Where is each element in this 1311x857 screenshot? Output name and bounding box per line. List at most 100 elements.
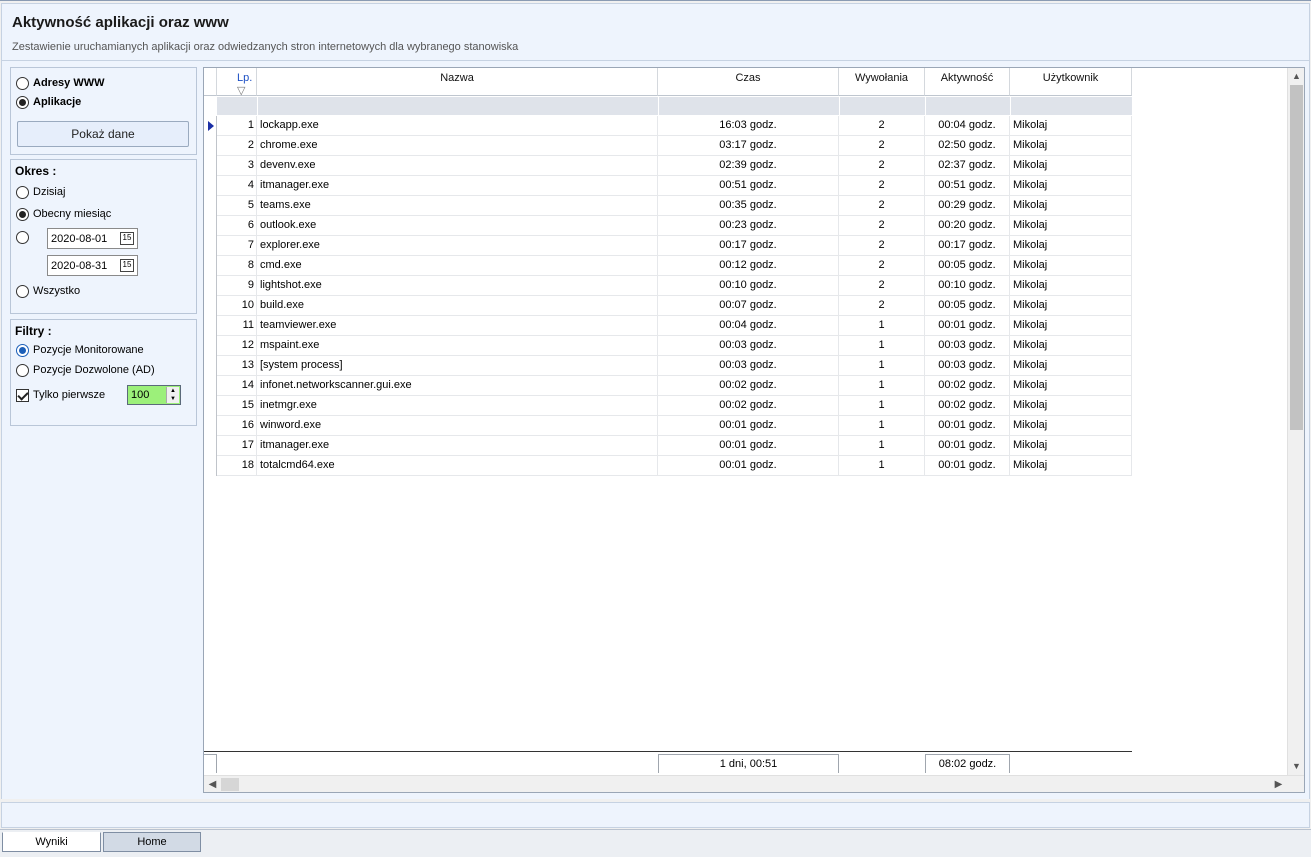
table-row[interactable]: 2 chrome.exe 03:17 godz. 2 02:50 godz. Mikola…	[204, 136, 1132, 156]
radio-all[interactable]: Wszystko	[16, 283, 80, 299]
row-header[interactable]	[204, 256, 217, 276]
cell-lp[interactable]: 14	[217, 376, 257, 396]
cell-aktywnosc[interactable]: 00:01 godz.	[925, 456, 1010, 476]
cell-aktywnosc[interactable]: 00:05 godz.	[925, 256, 1010, 276]
cell-nazwa[interactable]: lockapp.exe	[257, 116, 658, 136]
cell-aktywnosc[interactable]: 00:10 godz.	[925, 276, 1010, 296]
cell-aktywnosc[interactable]: 00:02 godz.	[925, 396, 1010, 416]
cell-lp[interactable]: 4	[217, 176, 257, 196]
row-header[interactable]	[204, 196, 217, 216]
tab-home[interactable]: Home	[103, 832, 201, 852]
cell-uzytkownik[interactable]: Mikolaj	[1010, 456, 1132, 476]
cell-wywolania[interactable]: 1	[839, 416, 925, 436]
table-row[interactable]: 9 lightshot.exe 00:10 godz. 2 00:10 godz. Mik…	[204, 276, 1132, 296]
cell-czas[interactable]: 00:51 godz.	[658, 176, 839, 196]
cell-lp[interactable]: 7	[217, 236, 257, 256]
cell-nazwa[interactable]: outlook.exe	[257, 216, 658, 236]
tab-wyniki[interactable]: Wyniki	[2, 832, 101, 852]
cell-wywolania[interactable]: 1	[839, 336, 925, 356]
cell-wywolania[interactable]: 1	[839, 316, 925, 336]
cell-lp[interactable]: 2	[217, 136, 257, 156]
cell-wywolania[interactable]: 2	[839, 196, 925, 216]
cell-lp[interactable]: 5	[217, 196, 257, 216]
cell-wywolania[interactable]: 2	[839, 276, 925, 296]
row-header[interactable]	[204, 216, 217, 236]
cell-lp[interactable]: 18	[217, 456, 257, 476]
cell-uzytkownik[interactable]: Mikolaj	[1010, 296, 1132, 316]
radio-www[interactable]: Adresy WWW	[16, 75, 105, 91]
cell-nazwa[interactable]: itmanager.exe	[257, 176, 658, 196]
radio-today[interactable]: Dzisiaj	[16, 184, 65, 200]
cell-nazwa[interactable]: cmd.exe	[257, 256, 658, 276]
scroll-left-icon[interactable]: ◀	[204, 776, 221, 793]
radio-current-month[interactable]: Obecny miesiąc	[16, 206, 111, 222]
only-first-checkbox-box[interactable]	[16, 388, 29, 402]
table-row[interactable]: 10 build.exe 00:07 godz. 2 00:05 godz. Mikola…	[204, 296, 1132, 316]
row-header[interactable]	[204, 356, 217, 376]
cell-uzytkownik[interactable]: Mikolaj	[1010, 116, 1132, 136]
row-header[interactable]	[204, 136, 217, 156]
row-header[interactable]	[204, 416, 217, 436]
cell-aktywnosc[interactable]: 00:04 godz.	[925, 116, 1010, 136]
radio-allowed-button[interactable]	[16, 363, 29, 377]
cell-lp[interactable]: 9	[217, 276, 257, 296]
cell-nazwa[interactable]: itmanager.exe	[257, 436, 658, 456]
cell-czas[interactable]: 00:01 godz.	[658, 456, 839, 476]
cell-czas[interactable]: 02:39 godz.	[658, 156, 839, 176]
cell-wywolania[interactable]: 1	[839, 376, 925, 396]
row-header[interactable]	[204, 156, 217, 176]
row-header[interactable]	[204, 176, 217, 196]
cell-czas[interactable]: 00:03 godz.	[658, 356, 839, 376]
table-row[interactable]: 5 teams.exe 00:35 godz. 2 00:29 godz. Mikolaj	[204, 196, 1132, 216]
cell-lp[interactable]: 10	[217, 296, 257, 316]
date-from-field[interactable]: 2020-08-01 15	[47, 228, 138, 249]
cell-wywolania[interactable]: 2	[839, 156, 925, 176]
cell-uzytkownik[interactable]: Mikolaj	[1010, 276, 1132, 296]
cell-uzytkownik[interactable]: Mikolaj	[1010, 216, 1132, 236]
show-data-button[interactable]: Pokaż dane	[17, 121, 189, 147]
cell-uzytkownik[interactable]: Mikolaj	[1010, 396, 1132, 416]
cell-wywolania[interactable]: 2	[839, 256, 925, 276]
cell-wywolania[interactable]: 1	[839, 396, 925, 416]
cell-aktywnosc[interactable]: 00:03 godz.	[925, 356, 1010, 376]
table-row[interactable]: 11 teamviewer.exe 00:04 godz. 1 00:01 godz. M…	[204, 316, 1132, 336]
cell-aktywnosc[interactable]: 00:05 godz.	[925, 296, 1010, 316]
horizontal-scroll-thumb[interactable]	[221, 778, 239, 791]
cell-nazwa[interactable]: explorer.exe	[257, 236, 658, 256]
cell-czas[interactable]: 00:10 godz.	[658, 276, 839, 296]
cell-uzytkownik[interactable]: Mikolaj	[1010, 156, 1132, 176]
radio-all-button[interactable]	[16, 284, 29, 298]
radio-monitored-button[interactable]	[16, 343, 29, 357]
column-header-lp[interactable]: Lp. ▽	[217, 68, 257, 97]
cell-nazwa[interactable]: totalcmd64.exe	[257, 456, 658, 476]
cell-czas[interactable]: 00:07 godz.	[658, 296, 839, 316]
cell-lp[interactable]: 6	[217, 216, 257, 236]
table-row[interactable]: 6 outlook.exe 00:23 godz. 2 00:20 godz. Mikol…	[204, 216, 1132, 236]
cell-wywolania[interactable]: 1	[839, 456, 925, 476]
cell-lp[interactable]: 12	[217, 336, 257, 356]
row-header[interactable]	[204, 276, 217, 296]
table-row[interactable]: 4 itmanager.exe 00:51 godz. 2 00:51 godz. Mik…	[204, 176, 1132, 196]
row-header[interactable]	[204, 456, 217, 476]
cell-lp[interactable]: 3	[217, 156, 257, 176]
cell-nazwa[interactable]: teamviewer.exe	[257, 316, 658, 336]
cell-lp[interactable]: 16	[217, 416, 257, 436]
cell-wywolania[interactable]: 2	[839, 176, 925, 196]
cell-nazwa[interactable]: mspaint.exe	[257, 336, 658, 356]
cell-wywolania[interactable]: 2	[839, 236, 925, 256]
column-header-czas[interactable]: Czas	[658, 68, 839, 96]
radio-date-range-button[interactable]	[16, 230, 29, 244]
column-header-aktywnosc[interactable]: Aktywność	[925, 68, 1010, 96]
radio-allowed[interactable]: Pozycje Dozwolone (AD)	[16, 362, 155, 378]
column-header-uzytkownik[interactable]: Użytkownik	[1010, 68, 1132, 96]
calendar-icon[interactable]: 15	[120, 259, 134, 272]
cell-uzytkownik[interactable]: Mikolaj	[1010, 376, 1132, 396]
column-header-nazwa[interactable]: Nazwa	[257, 68, 658, 96]
only-first-checkbox[interactable]: Tylko pierwsze	[16, 387, 105, 403]
cell-czas[interactable]: 00:01 godz.	[658, 416, 839, 436]
stepper-arrows-icon[interactable]: ▲ ▼	[166, 387, 179, 403]
cell-wywolania[interactable]: 2	[839, 296, 925, 316]
scroll-right-icon[interactable]: ▶	[1270, 776, 1287, 793]
table-row[interactable]: 15 inetmgr.exe 00:02 godz. 1 00:02 godz. Miko…	[204, 396, 1132, 416]
row-header[interactable]	[204, 436, 217, 456]
